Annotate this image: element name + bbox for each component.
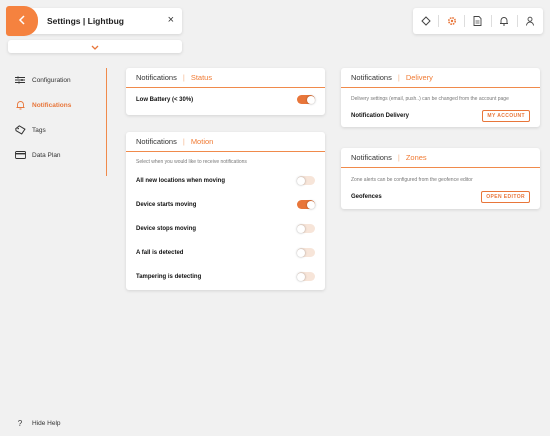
- card-title: Notifications: [136, 73, 177, 82]
- motion-card: Notifications | Motion Select when you w…: [126, 132, 325, 290]
- top-toolbar: [413, 8, 543, 34]
- close-icon[interactable]: ×: [168, 14, 174, 26]
- card-header: Notifications | Zones: [341, 148, 540, 168]
- user-icon[interactable]: [518, 8, 543, 34]
- sidebar-item-data-plan[interactable]: Data Plan: [14, 150, 61, 160]
- title-separator: |: [182, 73, 185, 82]
- row-label: Geofences: [351, 194, 382, 200]
- title-separator: |: [397, 153, 400, 162]
- tag-icon: [14, 125, 26, 135]
- sidebar-item-label: Tags: [32, 126, 46, 134]
- starts-moving-toggle[interactable]: [297, 200, 315, 209]
- title-separator: |: [397, 73, 400, 82]
- chevron-down-icon: [91, 38, 99, 56]
- sidebar-item-configuration[interactable]: Configuration: [14, 75, 71, 85]
- zones-card: Notifications | Zones Zone alerts can be…: [341, 148, 540, 209]
- row-label: All new locations when moving: [136, 177, 226, 184]
- row-label: Tampering is detecting: [136, 273, 202, 280]
- my-account-button[interactable]: MY ACCOUNT: [482, 110, 530, 122]
- tampering-toggle[interactable]: [297, 272, 315, 281]
- motion-row: All new locations when moving: [136, 176, 315, 185]
- low-battery-row: Low Battery (< 30%): [136, 95, 315, 104]
- card-title: Notifications: [351, 73, 392, 82]
- stops-moving-toggle[interactable]: [297, 224, 315, 233]
- page-title: Settings | Lightbug: [47, 16, 124, 26]
- question-icon: ?: [17, 418, 23, 428]
- back-button[interactable]: [6, 6, 38, 36]
- credit-card-icon: [14, 150, 26, 160]
- sidebar-item-label: Configuration: [32, 76, 71, 84]
- sidebar-item-notifications[interactable]: Notifications: [14, 100, 71, 110]
- status-card: Notifications | Status Low Battery (< 30…: [126, 68, 325, 115]
- delivery-row: Notification Delivery MY ACCOUNT: [351, 110, 530, 122]
- motion-row: Tampering is detecting: [136, 272, 315, 281]
- bell-icon: [14, 100, 26, 110]
- card-subtitle: Motion: [190, 137, 214, 146]
- low-battery-toggle[interactable]: [297, 95, 315, 104]
- sidebar-item-tags[interactable]: Tags: [14, 125, 46, 135]
- collapse-toggle[interactable]: [8, 40, 182, 53]
- hide-help-link[interactable]: ? Hide Help: [14, 418, 61, 428]
- title-separator: |: [182, 137, 185, 146]
- gear-icon[interactable]: [439, 8, 464, 34]
- card-title: Notifications: [136, 137, 177, 146]
- chevron-left-icon: [18, 12, 26, 30]
- row-label: Device starts moving: [136, 201, 197, 208]
- row-label: A fall is detected: [136, 249, 184, 256]
- card-subtitle: Delivery: [405, 73, 433, 82]
- motion-hint: Select when you would like to receive no…: [136, 159, 247, 165]
- header-bar: Settings | Lightbug ×: [6, 6, 182, 36]
- bell-icon[interactable]: [492, 8, 517, 34]
- delivery-hint: Delivery settings (email, push..) can be…: [351, 96, 509, 102]
- sidebar-item-label: Notifications: [32, 101, 72, 109]
- motion-row: A fall is detected: [136, 248, 315, 257]
- geofences-row: Geofences OPEN EDITOR: [351, 191, 530, 203]
- card-subtitle: Status: [190, 73, 213, 82]
- row-label: Notification Delivery: [351, 113, 410, 119]
- row-label: Low Battery (< 30%): [136, 96, 194, 103]
- card-title: Notifications: [351, 153, 392, 162]
- sliders-icon: [14, 75, 26, 85]
- card-subtitle: Zones: [405, 153, 427, 162]
- locate-icon[interactable]: [413, 8, 438, 34]
- delivery-card: Notifications | Delivery Delivery settin…: [341, 68, 540, 127]
- motion-row: Device starts moving: [136, 200, 315, 209]
- open-editor-button[interactable]: OPEN EDITOR: [481, 191, 530, 203]
- hide-help-label: Hide Help: [32, 419, 61, 427]
- row-label: Device stops moving: [136, 225, 197, 232]
- card-header: Notifications | Status: [126, 68, 325, 88]
- sidebar-item-label: Data Plan: [32, 151, 61, 159]
- card-header: Notifications | Motion: [126, 132, 325, 152]
- all-locations-toggle[interactable]: [297, 176, 315, 185]
- zones-hint: Zone alerts can be configured from the g…: [351, 177, 473, 183]
- card-header: Notifications | Delivery: [341, 68, 540, 88]
- motion-row: Device stops moving: [136, 224, 315, 233]
- sidebar-divider: [106, 68, 107, 176]
- document-icon[interactable]: [465, 8, 490, 34]
- fall-detected-toggle[interactable]: [297, 248, 315, 257]
